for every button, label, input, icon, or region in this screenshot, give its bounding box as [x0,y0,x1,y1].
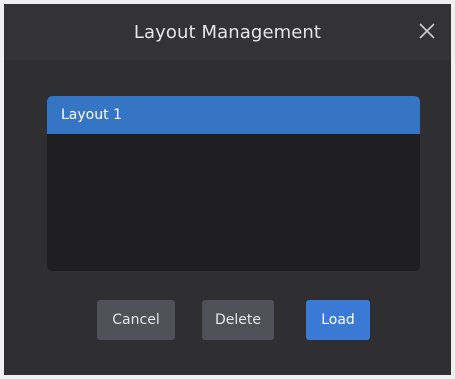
cancel-button[interactable]: Cancel [97,300,175,340]
list-item-label: Layout 1 [61,107,122,123]
layout-list[interactable]: Layout 1 [47,96,420,271]
layout-management-dialog: Layout Management Layout 1 Cancel Delete… [4,4,451,375]
list-item[interactable]: Layout 1 [47,96,420,134]
close-icon [419,23,435,39]
dialog-title: Layout Management [133,22,322,43]
dialog-titlebar: Layout Management [4,4,451,60]
close-button[interactable] [417,21,437,41]
delete-button[interactable]: Delete [202,300,274,340]
load-button[interactable]: Load [306,300,370,340]
